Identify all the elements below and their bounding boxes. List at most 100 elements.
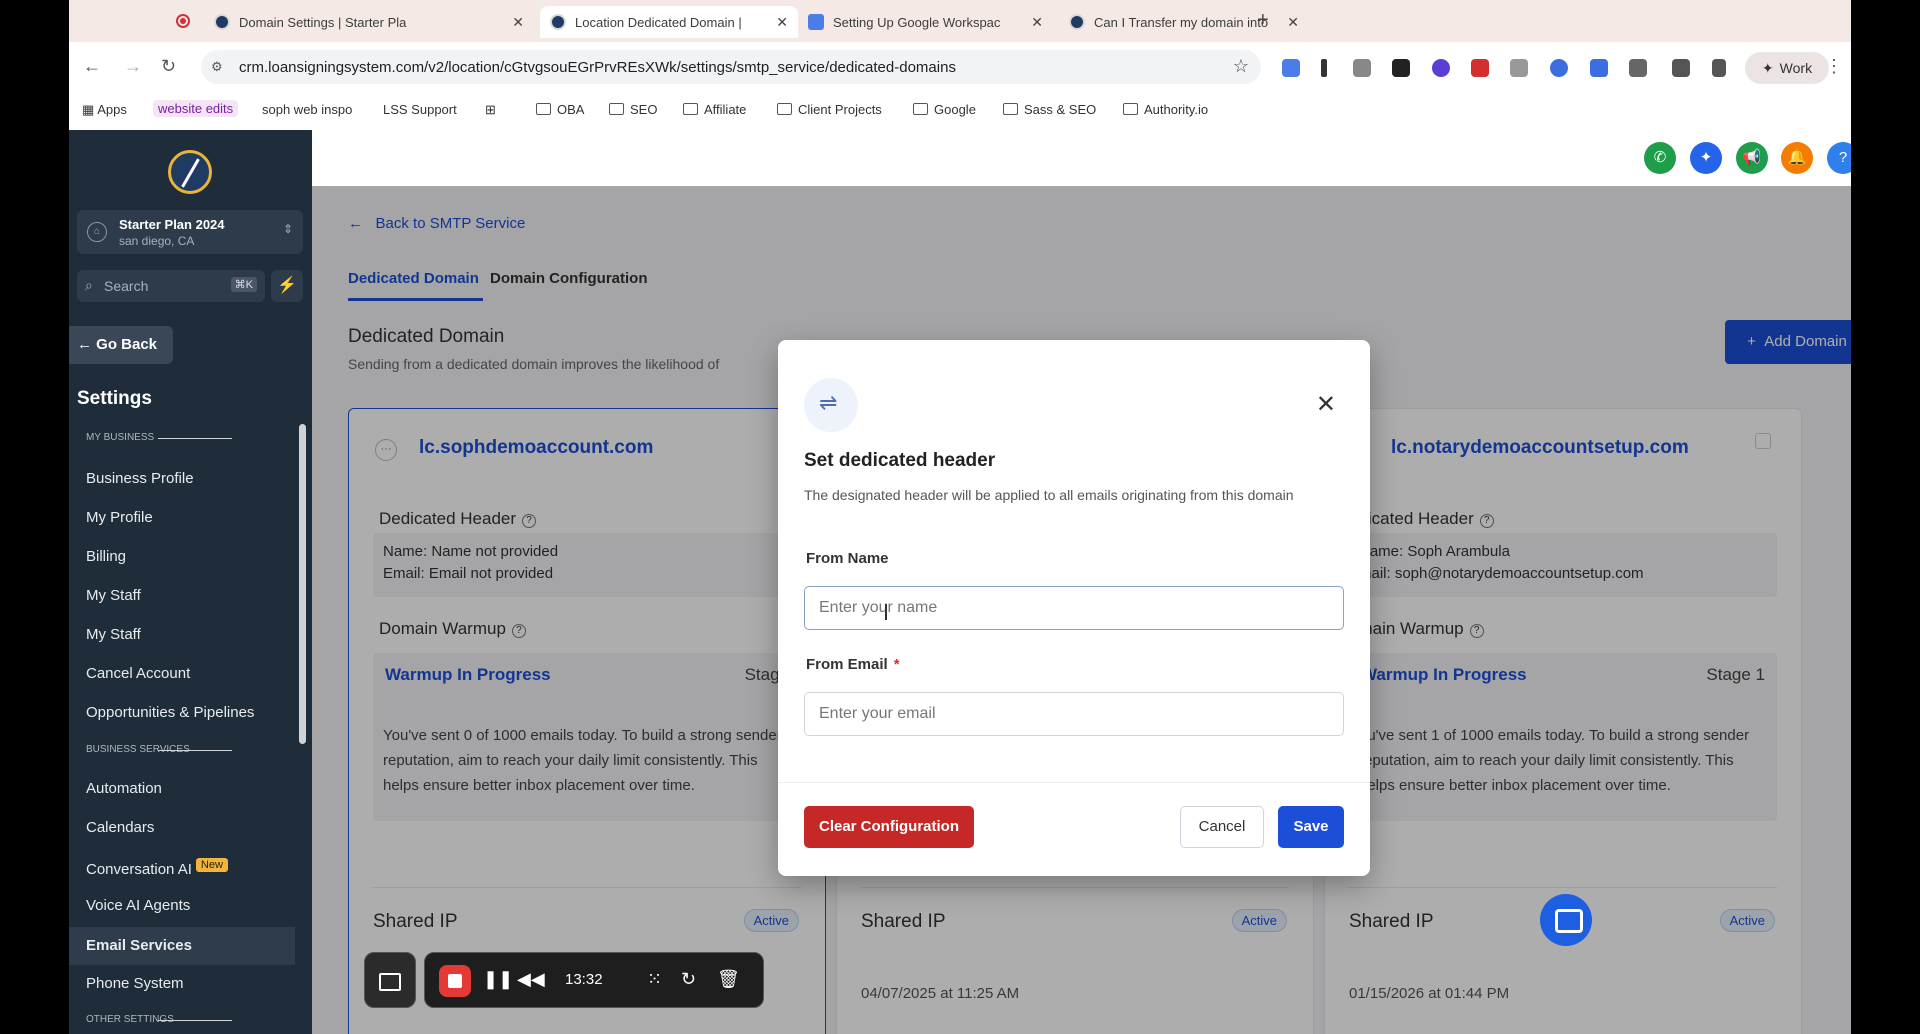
sidebar: ⌂ Starter Plan 2024 san diego, CA ⇕ ⌕ Se… [69,130,312,1034]
bookmark-folder-sass-seo[interactable]: Sass & SEO [1003,102,1096,117]
site-settings-icon[interactable]: ⚙ [211,59,223,75]
save-button[interactable]: Save [1278,806,1344,848]
profile-avatar-icon: ✦ [1761,59,1774,76]
lightning-icon[interactable]: ⚡ [271,270,303,302]
bookmark-folder-authority[interactable]: Authority.io [1123,102,1208,117]
sidebar-item-business-profile[interactable]: Business Profile [86,470,194,487]
account-switcher[interactable]: ⌂ Starter Plan 2024 san diego, CA ⇕ [77,210,303,254]
browser-window: Domain Settings | Starter Pla ✕ Location… [69,0,1851,1034]
brand-logo [168,150,212,194]
pause-icon[interactable]: ❚❚ [483,969,513,990]
chat-widget-icon[interactable] [1540,894,1592,946]
sidebar-item-voice-ai[interactable]: Voice AI Agents [86,897,190,914]
browser-tab[interactable]: Setting Up Google Workspac ✕ [798,6,1053,38]
new-badge: New [195,858,228,872]
restart-icon[interactable]: ↻ [681,969,696,990]
bookmark-folder-google[interactable]: Google [913,102,976,117]
extension-icon[interactable] [1432,59,1450,77]
clear-configuration-button[interactable]: Clear Configuration [804,806,974,848]
browser-tab-active[interactable]: Location Dedicated Domain | ✕ [540,6,798,38]
site-favicon-icon [214,14,230,30]
bookmark-star-icon[interactable]: ☆ [1233,56,1249,77]
sidebar-item-my-profile[interactable]: My Profile [86,509,153,526]
sidebar-item-conversation-ai[interactable]: Conversation AI New [86,858,228,878]
sidebar-item-email-services[interactable]: Email Services [69,927,295,965]
sidebar-item-my-staff[interactable]: My Staff [86,587,141,604]
sidebar-item-cancel-account[interactable]: Cancel Account [86,665,190,682]
recording-indicator-icon [176,14,190,28]
bell-icon[interactable]: 🔔 [1781,142,1813,174]
tab-strip: Domain Settings | Starter Pla ✕ Location… [69,0,1851,42]
bookmark-apps[interactable]: ▦ Apps [82,102,127,118]
modal-description: The designated header will be applied to… [804,487,1294,503]
extension-icon[interactable] [1471,59,1489,77]
pen-extension-icon[interactable] [1321,59,1327,77]
delete-icon[interactable]: 🗑 [717,969,740,990]
close-tab-icon[interactable]: ✕ [512,14,524,31]
camera-toggle-icon[interactable] [364,952,416,1008]
bookmark-lss-support[interactable]: LSS Support [383,102,457,117]
bookmark-folder-oba[interactable]: OBA [536,102,584,117]
address-bar[interactable]: ⚙ crm.loansigningsystem.com/v2/location/… [201,50,1261,84]
tag-extension-icon[interactable] [1590,59,1608,77]
sidebar-item-calendars[interactable]: Calendars [86,819,154,836]
sidebar-item-billing[interactable]: Billing [86,548,126,565]
close-tab-icon[interactable]: ✕ [1031,14,1043,31]
bookmark-website-edits[interactable]: website edits [153,100,239,117]
puzzle-extensions-icon[interactable] [1629,59,1647,77]
camera-extension-icon[interactable] [1510,59,1528,77]
browser-menu-icon[interactable]: ⋮ [1825,56,1843,77]
sidebar-item-opportunities[interactable]: Opportunities & Pipelines [86,704,254,721]
reload-icon[interactable]: ↻ [161,56,176,77]
set-dedicated-header-modal: ✕ Set dedicated header The designated he… [778,340,1370,876]
browser-tab[interactable]: Can I Transfer my domain into ✕ [1059,6,1309,38]
stop-recording-button[interactable] [439,965,471,997]
grid-bookmark-icon[interactable]: ⊞ [485,102,496,118]
bookmark-folder-seo[interactable]: SEO [609,102,657,117]
bookmark-soph-web-inspo[interactable]: soph web inspo [262,102,352,117]
site-favicon-icon [1069,14,1085,30]
recording-timer: 13:32 [565,971,603,988]
from-name-label: From Name [806,550,889,567]
screen-recorder-toolbar: ❚❚ ◀◀ 13:32 ⁙ ↻ 🗑 [364,948,774,1012]
go-back-button[interactable]: ← Go Back [69,326,173,364]
new-tab-icon[interactable]: + [1257,9,1269,32]
bookmark-folder-affiliate[interactable]: Affiliate [683,102,746,117]
extension-icon[interactable] [1550,59,1568,77]
cancel-button[interactable]: Cancel [1180,806,1264,848]
location-icon: ⌂ [87,222,107,242]
from-email-input[interactable] [804,692,1344,736]
bookmark-folder-client-projects[interactable]: Client Projects [777,102,882,117]
browser-toolbar: ← → ↻ ⚙ crm.loansigningsystem.com/v2/loc… [69,42,1851,94]
extension-icon[interactable] [1392,59,1410,77]
browser-tab[interactable]: Domain Settings | Starter Pla ✕ [204,6,534,38]
modal-title: Set dedicated header [804,450,996,471]
sidebar-item-automation[interactable]: Automation [86,780,162,797]
url-text[interactable]: crm.loansigningsystem.com/v2/location/cG… [239,59,956,76]
media-control-icon[interactable] [1712,59,1726,77]
magic-icon[interactable]: ✦ [1690,142,1722,174]
extension-icon[interactable] [1282,59,1300,77]
text-cursor-icon [885,604,887,620]
phone-icon[interactable]: ✆ [1644,142,1676,174]
modal-footer-divider [778,782,1370,783]
megaphone-icon[interactable]: 📢 [1736,142,1768,174]
extension-icon[interactable] [1353,59,1371,77]
gear-favicon-icon [808,14,824,30]
help-icon[interactable]: ? [1827,142,1851,174]
sidebar-item-phone-system[interactable]: Phone System [86,975,184,992]
sidebar-item-my-staff-2[interactable]: My Staff [86,626,141,643]
close-tab-icon[interactable]: ✕ [1287,14,1299,31]
back-arrow-icon[interactable]: ← [83,56,101,77]
grid-icon[interactable]: ⁙ [647,969,662,990]
sidebar-scrollbar[interactable] [299,424,306,744]
section-business-services: BUSINESS SERVICES [86,744,232,755]
profile-button[interactable]: ✦ Work [1745,52,1829,84]
tab-search-icon[interactable] [1672,59,1690,77]
close-icon[interactable]: ✕ [1316,390,1336,419]
close-tab-icon[interactable]: ✕ [776,14,788,31]
forward-arrow-icon[interactable]: → [124,56,142,77]
rewind-icon[interactable]: ◀◀ [517,969,545,990]
settings-title: Settings [77,388,152,409]
sidebar-search[interactable]: ⌕ Search ⌘K [77,270,265,302]
